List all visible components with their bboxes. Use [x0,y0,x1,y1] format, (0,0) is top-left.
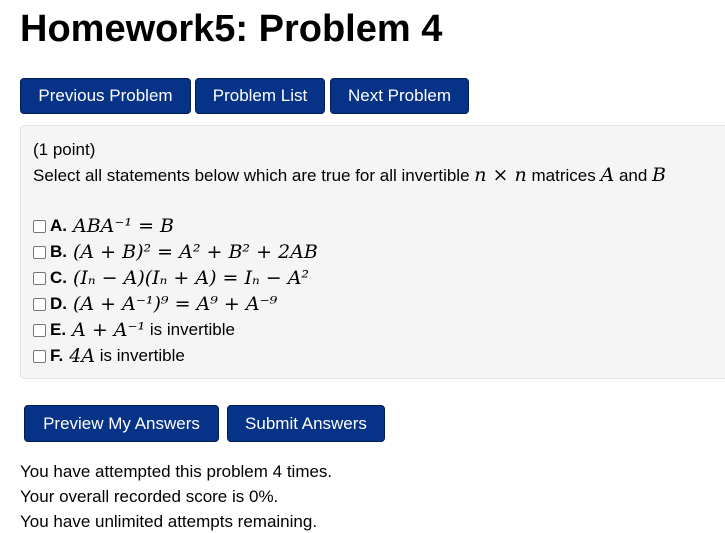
option-f-formula: 4A [69,345,96,367]
option-a-checkbox[interactable] [33,219,46,233]
option-e-formula: A + A⁻¹ [72,319,146,341]
problem-list-button[interactable]: Problem List [195,78,325,114]
option-b-checkbox[interactable] [33,245,46,259]
option-f: F. 4A is invertible [33,343,185,369]
previous-problem-button[interactable]: Previous Problem [20,78,191,114]
preview-answers-button[interactable]: Preview My Answers [24,405,219,442]
option-e: E. A + A⁻¹ is invertible [33,317,235,343]
option-e-letter: E. [50,320,67,339]
next-problem-button[interactable]: Next Problem [330,78,469,114]
option-d-letter: D. [50,294,67,313]
option-b-letter: B. [50,242,67,261]
option-f-checkbox[interactable] [33,349,46,363]
option-b-formula: (A + B)² = A² + B² + 2AB [73,241,318,263]
submit-answers-button[interactable]: Submit Answers [227,405,385,442]
attempts-message: You have attempted this problem 4 times. [20,462,333,481]
option-e-checkbox[interactable] [33,323,46,337]
option-d: D. (A + A⁻¹)⁹ = A⁹ + A⁻⁹ [33,291,277,317]
option-a-formula: ABA⁻¹ = B [73,215,175,237]
option-c: C. (Iₙ − A)(Iₙ + A) = Iₙ − A² [33,265,309,291]
option-f-letter: F. [50,346,64,365]
option-f-text: is invertible [99,346,185,365]
statement-matrix-a: A [600,164,615,186]
option-b: B. (A + B)² = A² + B² + 2AB [33,239,318,265]
problem-statement: Select all statements below which are tr… [33,163,666,188]
option-a: A. ABA⁻¹ = B [33,213,174,239]
option-c-checkbox[interactable] [33,271,46,285]
statement-matrix-b: B [652,164,667,186]
option-c-formula: (Iₙ − A)(Iₙ + A) = Iₙ − A² [73,267,310,289]
remaining-message: You have unlimited attempts remaining. [20,512,318,531]
option-a-letter: A. [50,216,67,235]
point-value: (1 point) [33,140,96,159]
page-title: Homework5: Problem 4 [20,8,443,50]
statement-and: and [618,166,648,185]
score-message: Your overall recorded score is 0%. [20,487,279,506]
statement-dimension: n × n [474,164,527,186]
option-d-formula: (A + A⁻¹)⁹ = A⁹ + A⁻⁹ [73,293,278,315]
option-e-text: is invertible [149,320,235,339]
statement-middle: matrices [531,166,596,185]
statement-prefix: Select all statements below which are tr… [33,166,470,185]
problem-panel: (1 point) Select all statements below wh… [20,125,725,379]
option-c-letter: C. [50,268,67,287]
option-d-checkbox[interactable] [33,297,46,311]
